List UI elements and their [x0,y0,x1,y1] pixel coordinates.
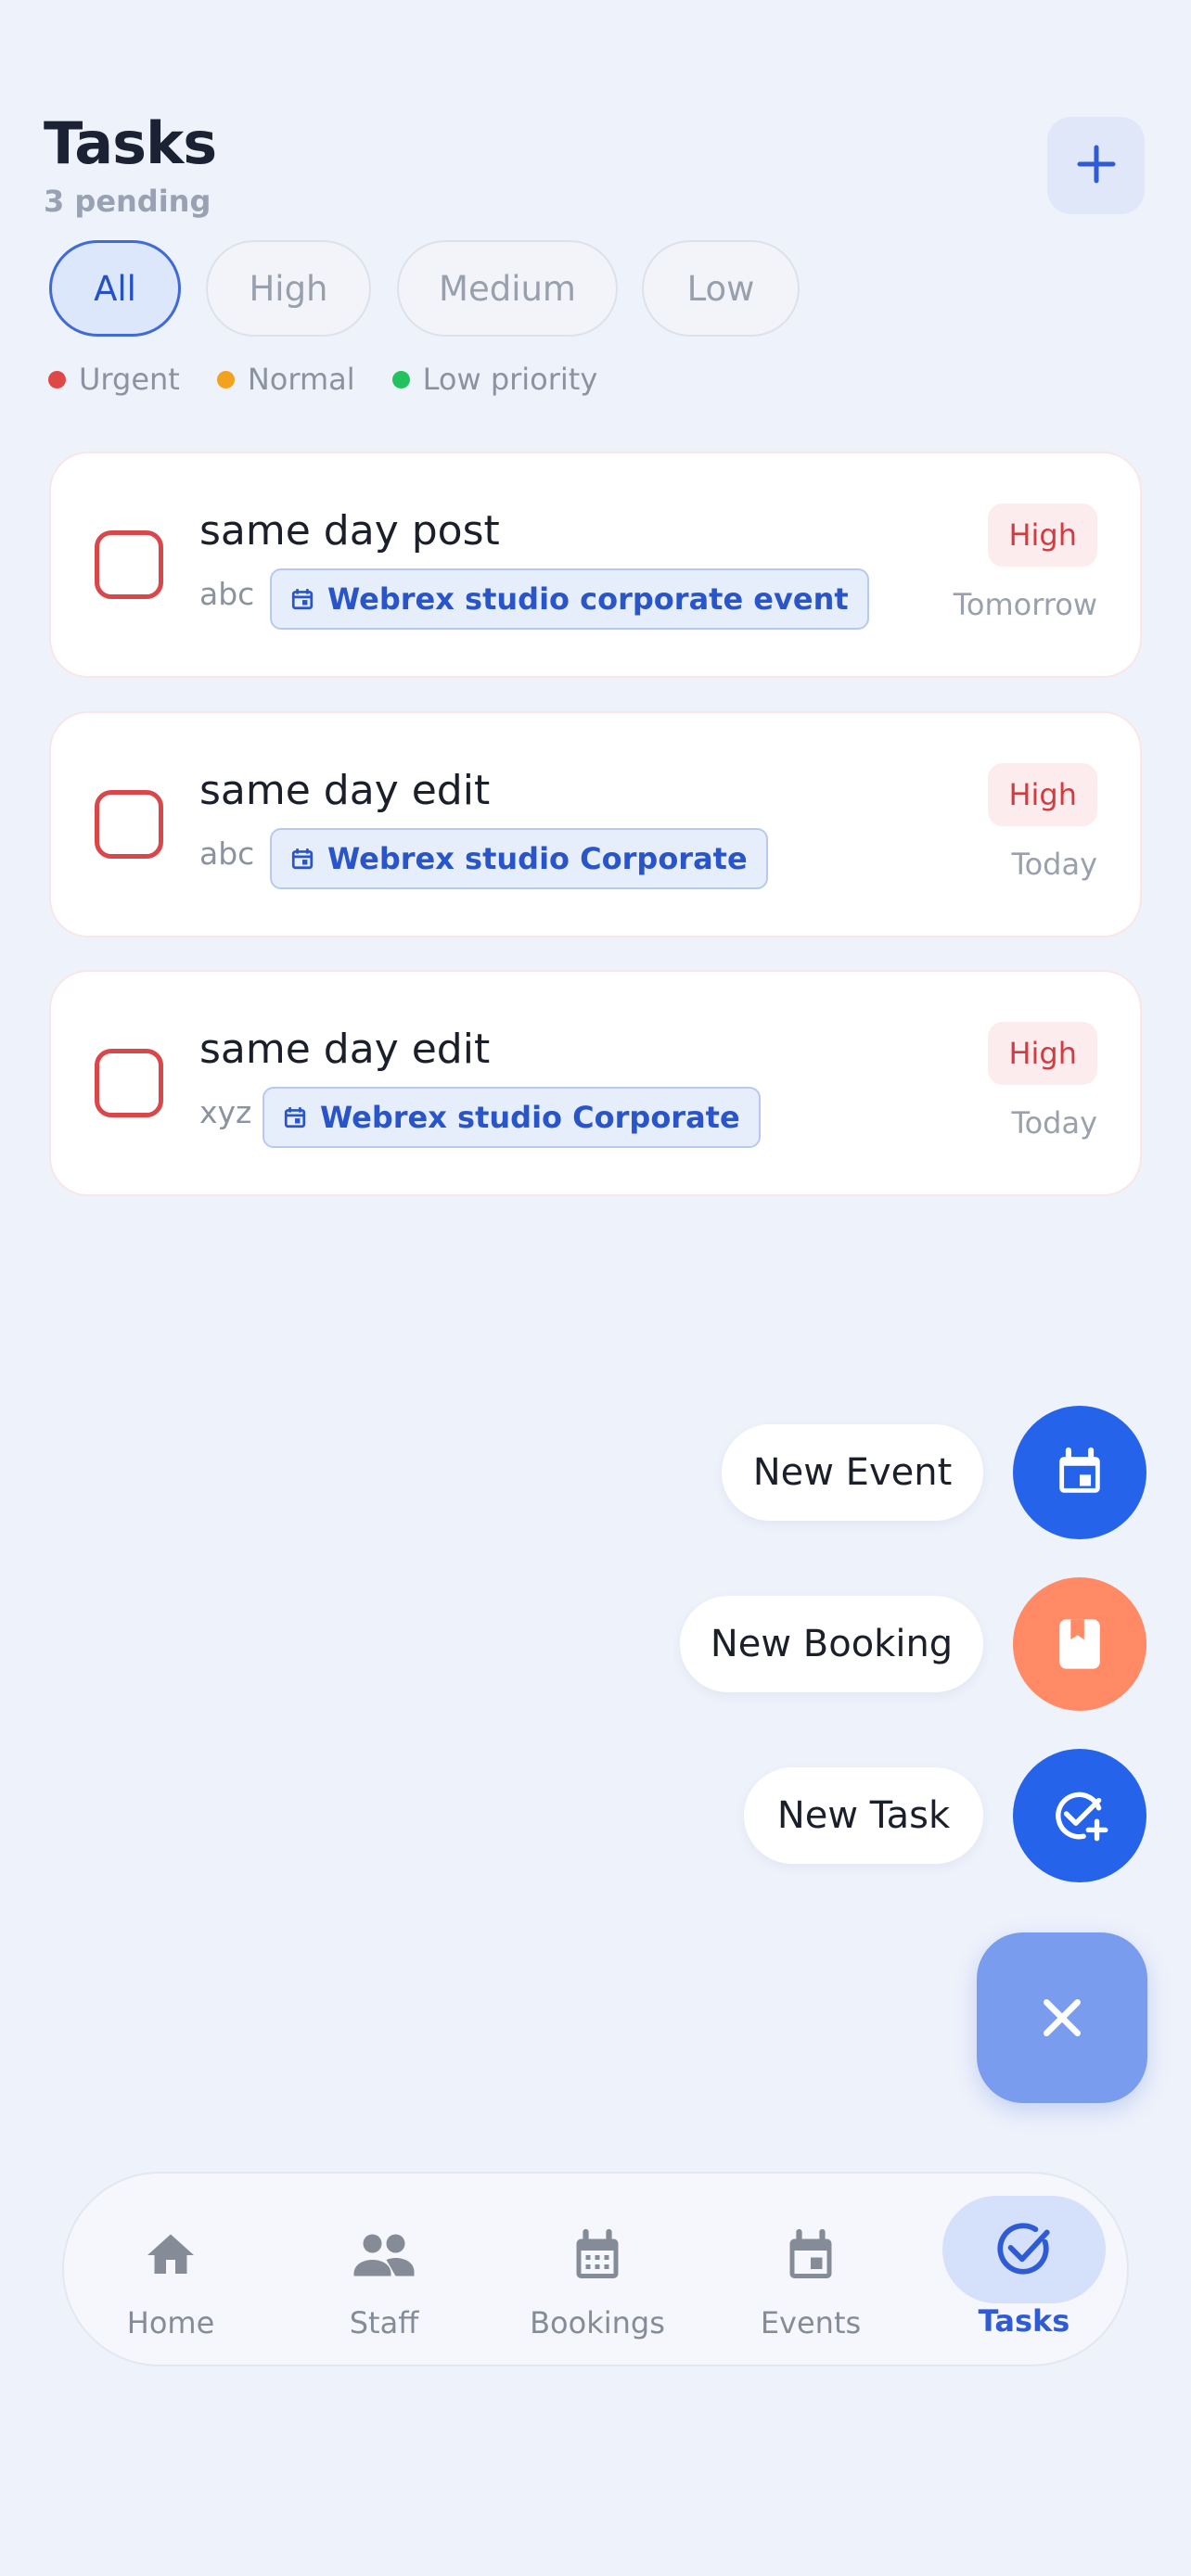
task-title: same day edit [199,1026,491,1073]
due-label: Today [1011,847,1097,882]
nav-label: Tasks [978,2303,1070,2339]
plus-icon [1074,142,1119,190]
new-task-button[interactable] [1013,1749,1146,1882]
tasks-screen: Tasks 3 pending All High Medium Low Urge… [0,0,1191,2576]
nav-item-home[interactable]: Home [78,2174,263,2368]
page-title: Tasks [44,109,217,177]
task-checkbox[interactable] [95,790,163,859]
event-link-chip[interactable]: Webrex studio Corporate [270,828,768,889]
nav-label: Staff [349,2305,419,2340]
pending-count: 3 pending [44,184,211,219]
new-task-label[interactable]: New Task [744,1767,983,1864]
legend-item-low: Low priority [391,362,598,397]
new-booking-label[interactable]: New Booking [680,1596,983,1692]
priority-badge: High [988,1022,1097,1085]
filter-chip-high[interactable]: High [206,240,371,337]
people-icon [324,2218,444,2292]
fab-label-text: New Event [752,1451,953,1494]
calendar-icon [284,1107,306,1129]
event-chip-label: Webrex studio corporate event [327,581,849,617]
nav-item-events[interactable]: Events [718,2174,903,2368]
legend-label: Normal [247,362,355,397]
nav-label: Home [126,2305,215,2340]
close-fab-button[interactable] [977,1932,1147,2103]
calendar-icon [291,589,314,610]
new-booking-button[interactable] [1013,1577,1146,1711]
priority-legend: Urgent Normal Low priority [48,362,634,397]
filter-chip-label: All [94,268,136,309]
event-link-chip[interactable]: Webrex studio Corporate [263,1087,761,1148]
task-card[interactable]: same day post abc Webrex studio corporat… [49,452,1142,678]
due-label: Tomorrow [953,587,1097,622]
task-description: xyz [199,1094,252,1130]
fab-label-text: New Booking [710,1623,954,1665]
filter-chip-low[interactable]: Low [642,240,800,337]
task-card[interactable]: same day edit abc Webrex studio Corporat… [49,711,1142,937]
close-icon [1044,1999,1081,2036]
book-icon [1059,1619,1100,1669]
filter-chip-label: Low [686,268,755,309]
legend-item-normal: Normal [216,362,355,397]
legend-label: Urgent [79,362,180,397]
priority-badge: High [988,504,1097,567]
low-dot-icon [391,370,410,389]
urgent-dot-icon [48,370,66,389]
nav-label: Bookings [530,2305,665,2340]
task-title: same day post [199,507,500,555]
fab-label-text: New Task [776,1794,951,1837]
nav-item-staff[interactable]: Staff [291,2174,477,2368]
add-task-button[interactable] [1047,117,1145,214]
task-card[interactable]: same day edit xyz Webrex studio Corporat… [49,970,1142,1196]
task-title: same day edit [199,767,491,814]
nav-item-bookings[interactable]: Bookings [505,2174,690,2368]
event-chip-label: Webrex studio Corporate [327,841,748,876]
task-checkbox[interactable] [95,530,163,599]
task-description: abc [199,576,255,612]
filter-chip-medium[interactable]: Medium [397,240,618,337]
event-link-chip[interactable]: Webrex studio corporate event [270,568,869,630]
priority-badge: High [988,763,1097,826]
legend-label: Low priority [422,362,598,397]
calendar-icon [750,2218,871,2292]
task-add-icon [1056,1792,1108,1842]
filter-chip-label: Medium [439,268,576,309]
nav-label: Events [760,2305,862,2340]
legend-item-urgent: Urgent [48,362,180,397]
due-label: Today [1011,1105,1097,1141]
new-event-label[interactable]: New Event [722,1424,983,1521]
new-event-button[interactable] [1013,1406,1146,1539]
event-chip-label: Webrex studio Corporate [320,1100,740,1135]
task-checkbox[interactable] [95,1049,163,1117]
filter-chip-label: High [249,268,328,309]
check-circle-icon [942,2196,1106,2303]
nav-item-tasks[interactable]: Tasks [931,2174,1117,2368]
normal-dot-icon [216,370,235,389]
filter-chip-all[interactable]: All [49,240,181,337]
calendar-grid-icon [537,2218,658,2292]
home-icon [110,2218,231,2292]
task-description: abc [199,835,255,872]
bottom-nav: Home Staff Bookings Events Tasks [62,2172,1129,2366]
calendar-icon [291,848,314,870]
calendar-icon [1059,1447,1100,1493]
